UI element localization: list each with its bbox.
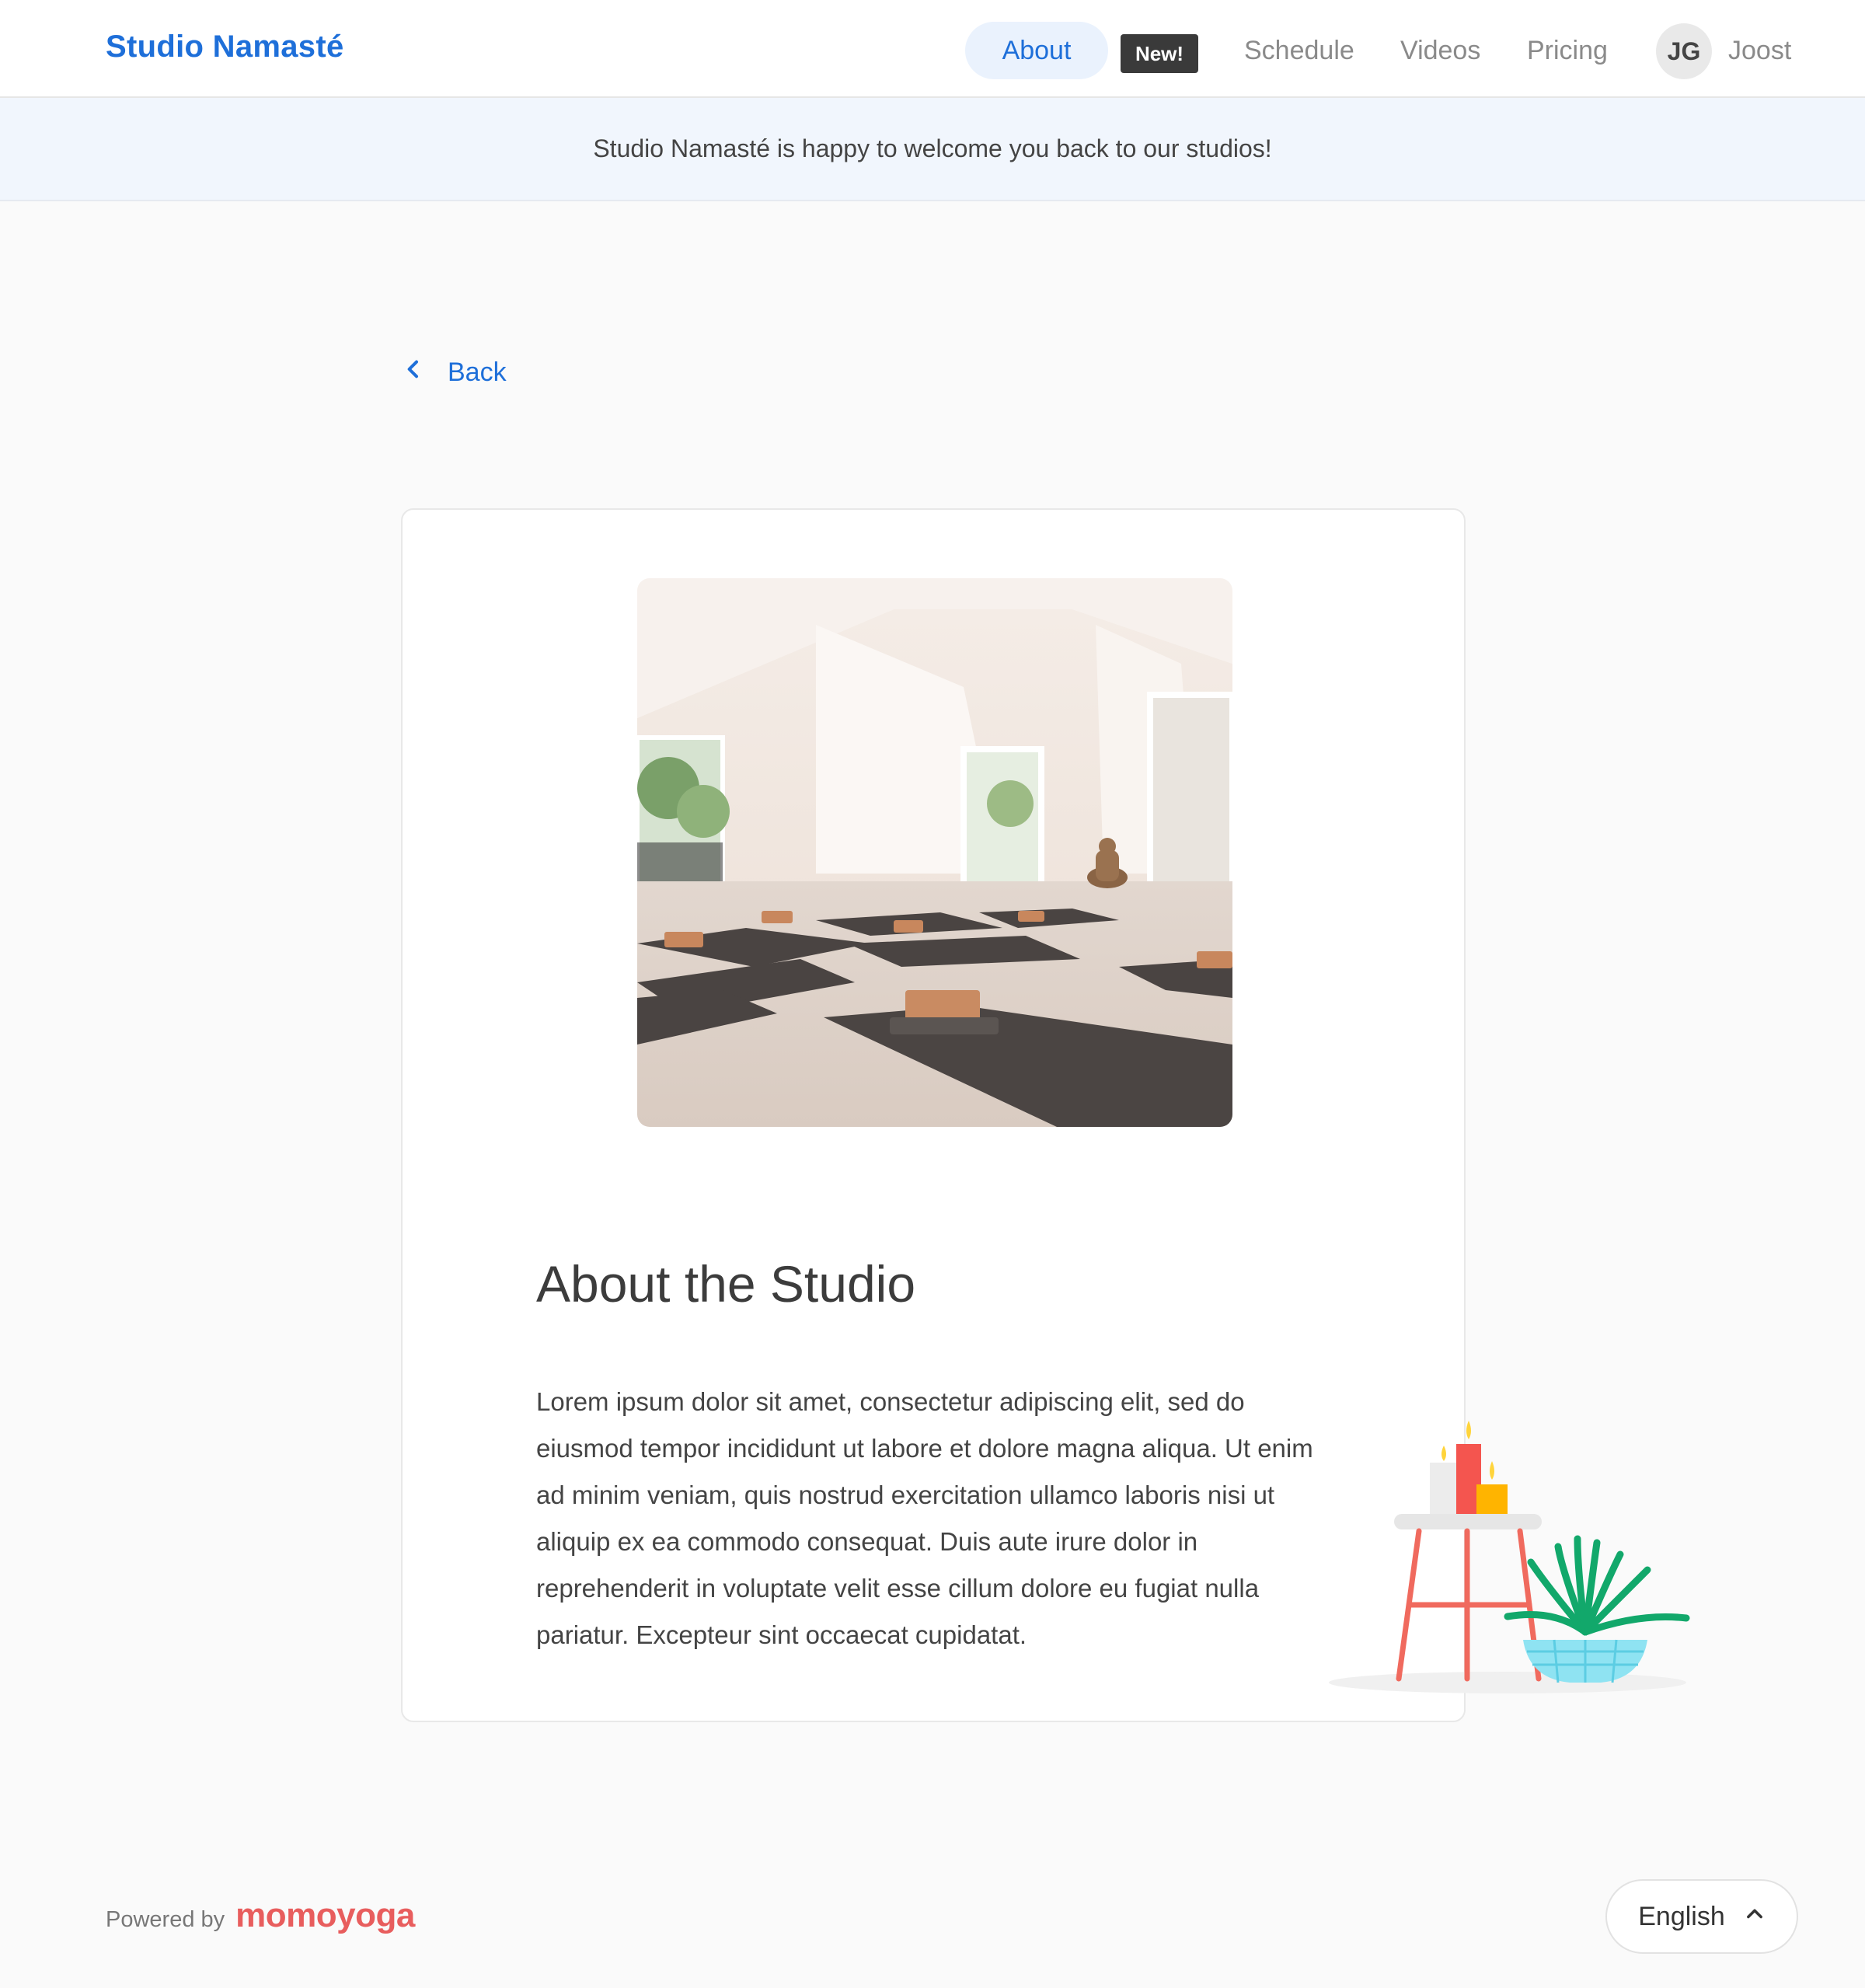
powered-by-label: Powered by [106, 1907, 225, 1932]
powered-by: Powered by momoyoga [106, 1896, 415, 1935]
back-link[interactable]: Back [401, 353, 507, 392]
new-badge: New! [1121, 34, 1198, 73]
back-link-label: Back [448, 357, 507, 387]
nav-videos-link[interactable]: Videos [1400, 36, 1480, 66]
user-avatar[interactable]: JG [1656, 23, 1712, 79]
chevron-up-icon [1744, 1902, 1766, 1932]
nav-pricing-link[interactable]: Pricing [1527, 36, 1608, 66]
top-navigation-bar: Studio Namasté About New! Schedule Video… [0, 0, 1865, 98]
studio-brand-link[interactable]: Studio Namasté [106, 30, 344, 65]
about-title: About the Studio [536, 1255, 916, 1313]
momoyoga-logo[interactable]: momoyoga [235, 1896, 415, 1935]
about-description: Lorem ipsum dolor sit amet, consectetur … [536, 1387, 1313, 1649]
user-name-link[interactable]: Joost [1728, 36, 1791, 66]
welcome-banner-text: Studio Namasté is happy to welcome you b… [593, 134, 1272, 162]
chevron-left-icon [401, 357, 426, 389]
nav-schedule-link[interactable]: Schedule [1244, 36, 1354, 66]
about-card: About the Studio Lorem ipsum dolor sit a… [401, 508, 1466, 1722]
candles-plant-illustration [1321, 1414, 1694, 1702]
language-label: English [1638, 1901, 1725, 1931]
welcome-banner: Studio Namasté is happy to welcome you b… [0, 98, 1865, 201]
studio-photo [637, 578, 1232, 1127]
nav-about-tab[interactable]: About [965, 22, 1108, 79]
language-selector[interactable]: English [1605, 1879, 1798, 1954]
